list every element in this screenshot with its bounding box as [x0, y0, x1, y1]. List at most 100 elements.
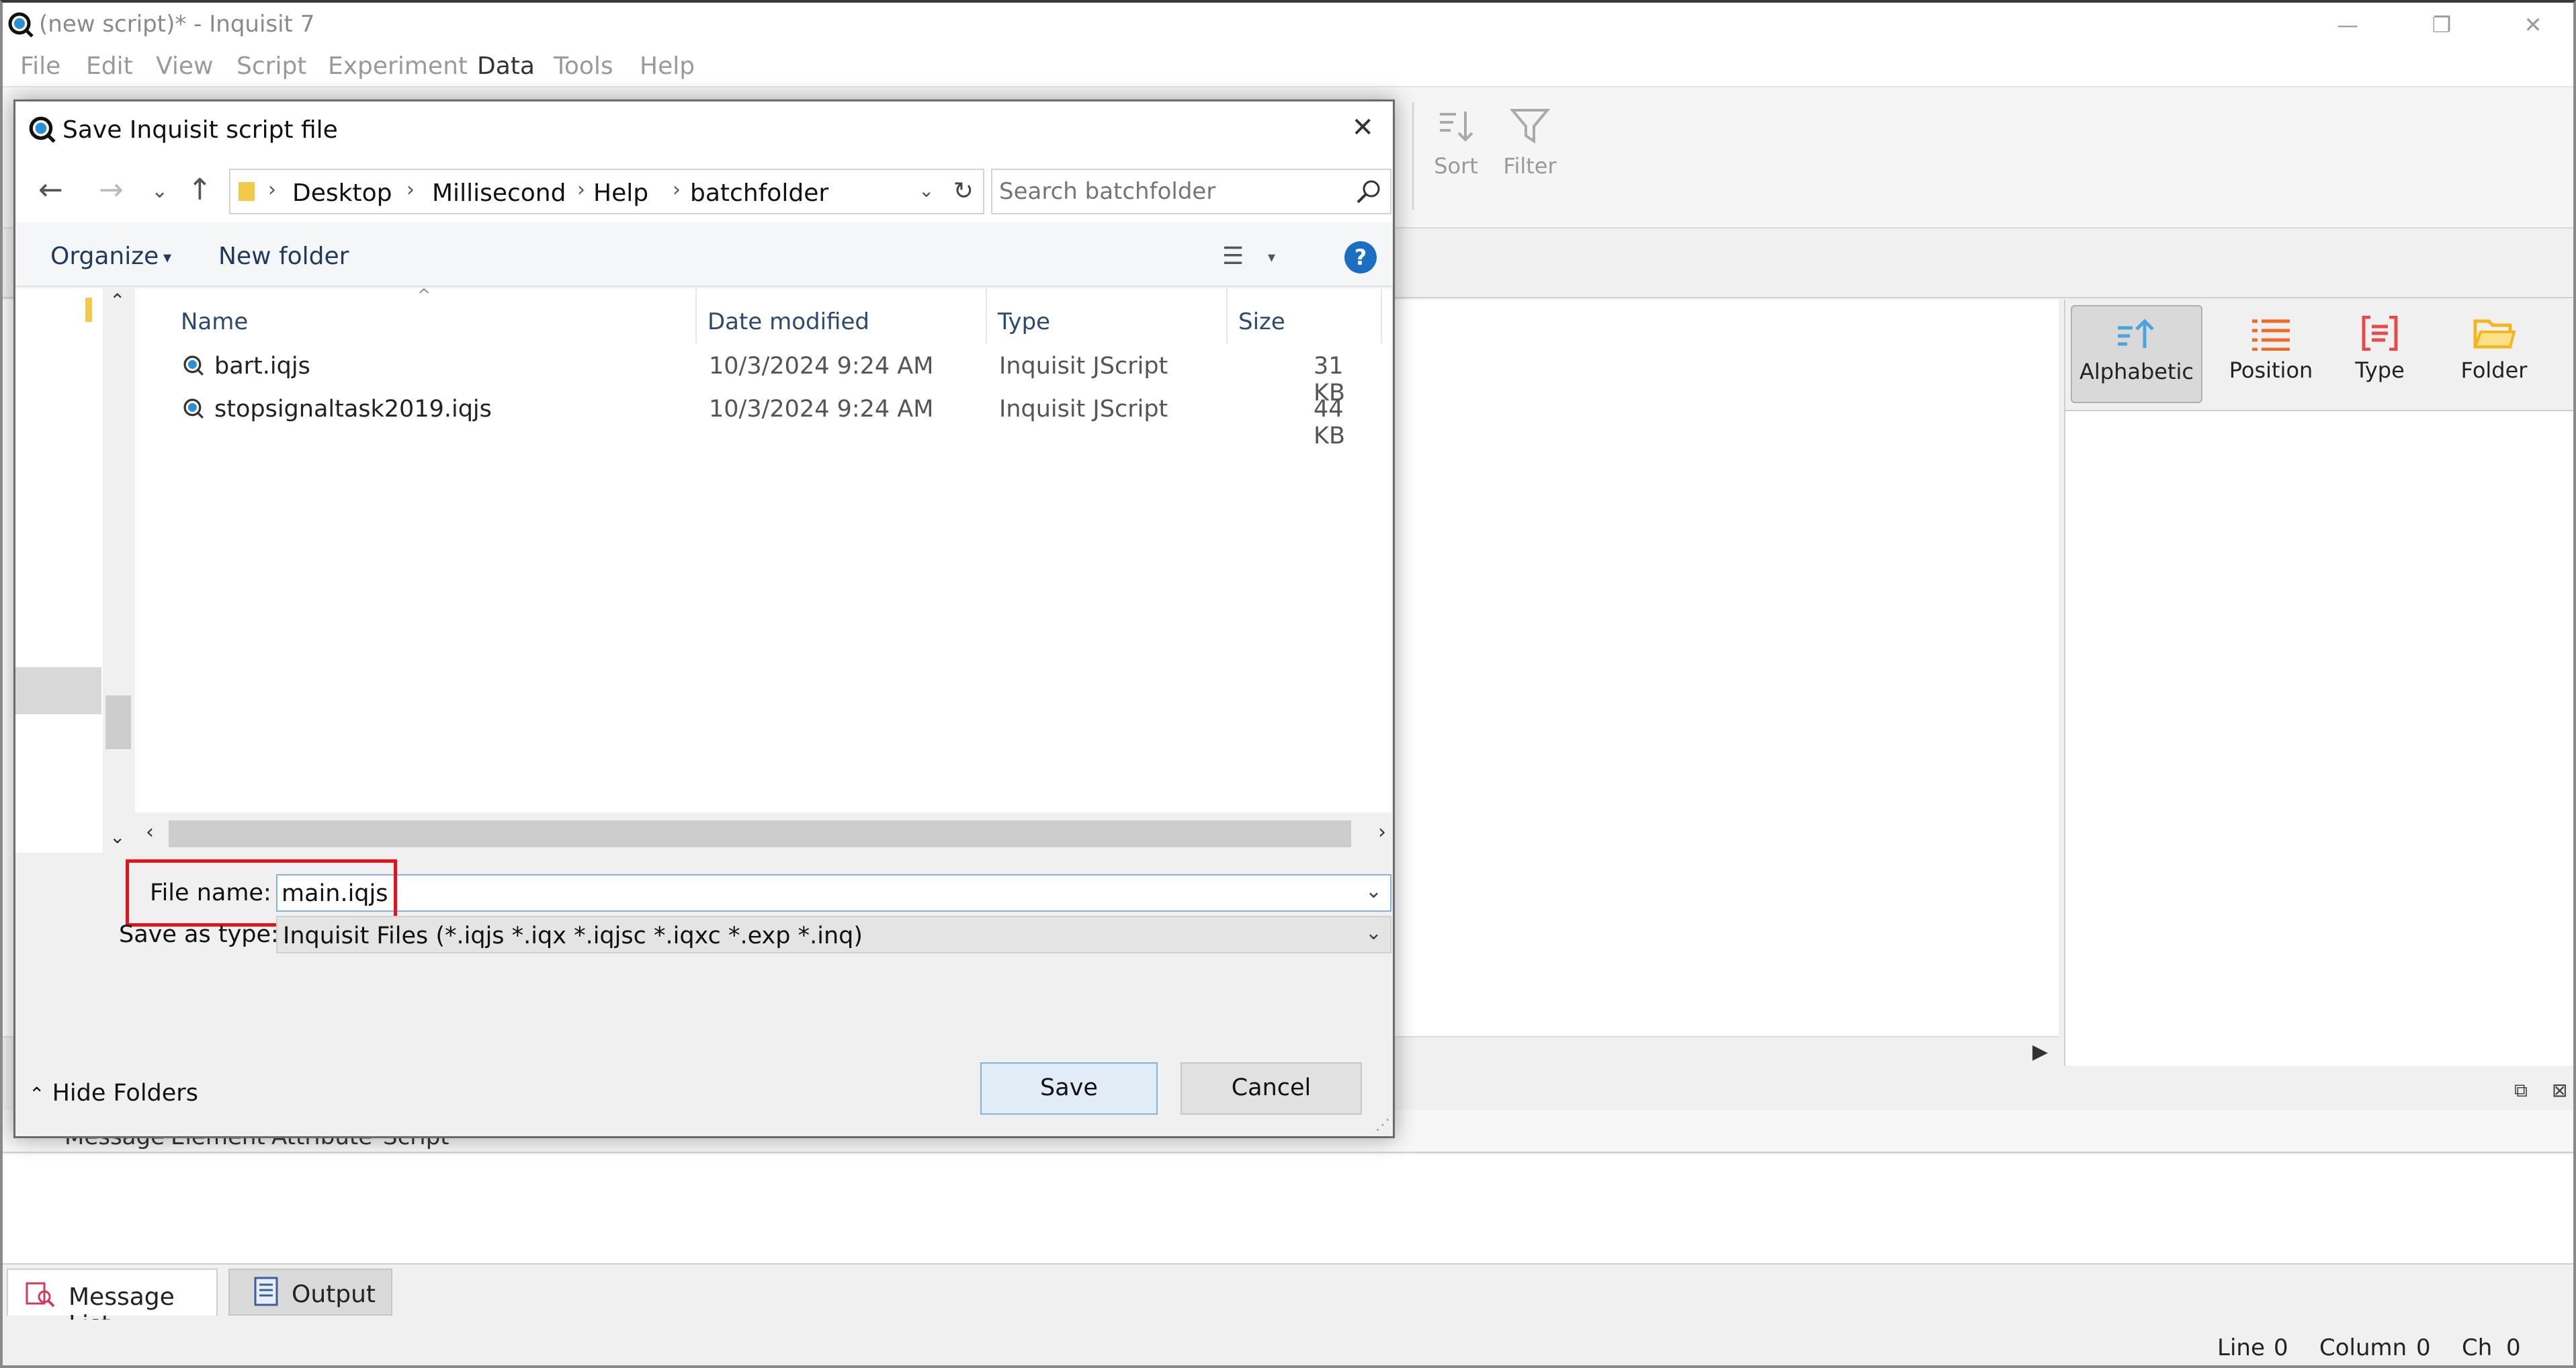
scroll-left-icon[interactable]: ‹ [146, 820, 154, 844]
status-line-label: Line [2217, 1334, 2265, 1361]
hide-folders-label: Hide Folders [52, 1080, 198, 1107]
menu-file[interactable]: File [20, 52, 60, 80]
type-button[interactable]: Type [2314, 305, 2446, 403]
inquisit-file-icon [183, 355, 204, 376]
folder-icon [239, 182, 255, 201]
scroll-down-icon[interactable]: ⌄ [110, 826, 125, 848]
sort-ascending-icon: ^ [417, 286, 431, 304]
float-panel-icon[interactable]: ⧉ [2514, 1079, 2528, 1102]
file-row[interactable]: bart.iqjs 10/3/2024 9:24 AM Inquisit JSc… [135, 345, 1371, 407]
restore-button[interactable]: ❐ [2408, 8, 2475, 42]
column-divider[interactable] [1226, 288, 1228, 343]
column-type[interactable]: Type [998, 308, 1050, 335]
status-ch-value: 0 [2506, 1334, 2521, 1361]
status-column-value: 0 [2416, 1334, 2431, 1361]
column-divider[interactable] [1381, 288, 1382, 343]
menu-help[interactable]: Help [640, 52, 695, 80]
title-bar: (new script)* - Inquisit 7 — ❐ ✕ [3, 3, 2573, 46]
breadcrumb-help[interactable]: Help [593, 179, 648, 207]
menu-script[interactable]: Script [237, 52, 306, 80]
address-dropdown-icon[interactable]: ⌄ [918, 179, 934, 202]
forward-arrow-icon[interactable]: → [99, 173, 124, 207]
alphabetic-button[interactable]: Alphabetic [2071, 305, 2202, 403]
help-button[interactable]: ? [1344, 241, 1377, 273]
inquisit-file-icon [183, 398, 204, 419]
message-search-icon [26, 1282, 55, 1308]
file-size: 44 KB [1314, 396, 1345, 450]
address-bar[interactable]: › Desktop › Millisecond › Help › batchfo… [229, 169, 945, 214]
recent-locations-chevron-icon[interactable]: ⌄ [151, 179, 168, 203]
close-button[interactable]: ✕ [2499, 8, 2567, 42]
dialog-title-bar: Save Inquisit script file ✕ [15, 101, 1393, 158]
view-options-icon[interactable]: ☰ [1222, 243, 1244, 270]
file-list: Name ^ Date modified Type Size bart.iqjs… [135, 286, 1391, 812]
filter-icon [1510, 109, 1550, 144]
toolbar-separator [1412, 102, 1414, 210]
filter-button[interactable]: Filter [1493, 108, 1567, 179]
menu-tools[interactable]: Tools [554, 52, 613, 80]
status-bar: Line 0 Column 0 Ch 0 [3, 1320, 2573, 1365]
breadcrumb-millisecond[interactable]: Millisecond [432, 179, 566, 207]
status-column-label: Column [2319, 1334, 2407, 1361]
column-divider[interactable] [986, 288, 987, 343]
breadcrumb-batchfolder[interactable]: batchfolder [690, 179, 828, 207]
tab-output[interactable]: Output [228, 1269, 392, 1316]
navigation-selected-item[interactable] [15, 667, 101, 714]
column-size[interactable]: Size [1238, 308, 1285, 335]
scroll-up-icon[interactable]: ⌃ [110, 290, 125, 312]
breadcrumb-desktop[interactable]: Desktop [292, 179, 392, 207]
menu-data[interactable]: Data [477, 52, 535, 80]
close-panel-icon[interactable]: ⊠ [2552, 1079, 2567, 1101]
menu-view[interactable]: View [156, 52, 213, 80]
column-divider[interactable] [695, 288, 697, 343]
save-dialog: Save Inquisit script file ✕ ← → ⌄ ↑ › De… [13, 99, 1395, 1138]
save-as-type-dropdown-icon[interactable]: ⌄ [1365, 921, 1382, 945]
file-list-horizontal-scrollbar[interactable]: ‹ › [135, 815, 1391, 853]
search-box[interactable] [991, 169, 1391, 214]
sort-alphabetic-icon [2118, 318, 2154, 348]
new-folder-button[interactable]: New folder [218, 243, 349, 270]
tab-message-list[interactable]: Message List [7, 1269, 218, 1338]
save-as-type-select[interactable]: Inquisit Files (*.iqjs *.iqx *.iqjsc *.i… [276, 916, 1391, 953]
sort-label: Sort [1434, 153, 1478, 179]
scroll-right-icon[interactable]: ▶ [2032, 1040, 2048, 1064]
up-arrow-icon[interactable]: ↑ [187, 173, 212, 207]
folder-icon [85, 298, 92, 322]
scroll-thumb[interactable] [105, 695, 131, 749]
window-title: (new script)* - Inquisit 7 [39, 11, 315, 38]
dialog-close-button[interactable]: ✕ [1351, 112, 1374, 143]
resize-grip-icon[interactable]: ⋰ [1375, 1117, 1390, 1134]
chevron-up-icon: ⌃ [29, 1083, 45, 1105]
menu-experiment[interactable]: Experiment [328, 52, 468, 80]
scroll-right-icon[interactable]: › [1378, 820, 1386, 844]
menu-bar: File Edit View Script Experiment Data To… [3, 46, 2573, 87]
scroll-thumb[interactable] [169, 820, 1351, 847]
column-name[interactable]: Name [181, 308, 248, 335]
column-date-modified[interactable]: Date modified [707, 308, 869, 335]
cancel-button[interactable]: Cancel [1180, 1062, 1362, 1115]
sort-button[interactable]: Sort [1419, 108, 1493, 179]
menu-edit[interactable]: Edit [86, 52, 133, 80]
view-dropdown-icon[interactable]: ▾ [1268, 249, 1275, 266]
organize-button[interactable]: Organize [50, 243, 159, 270]
folder-button[interactable]: Folder [2428, 305, 2560, 403]
navigation-scrollbar[interactable]: ⌃ ⌄ [103, 288, 134, 853]
save-button[interactable]: Save [980, 1062, 1158, 1115]
file-name-dropdown-icon[interactable]: ⌄ [1365, 880, 1382, 903]
search-input[interactable] [999, 175, 1348, 208]
alphabetic-label: Alphabetic [2079, 359, 2194, 384]
file-row[interactable]: stopsignaltask2019.iqjs 10/3/2024 9:24 A… [135, 388, 1371, 450]
hide-folders-button[interactable]: ⌃ Hide Folders [29, 1080, 198, 1107]
file-name-input[interactable] [282, 878, 1330, 909]
file-name: bart.iqjs [214, 353, 310, 380]
bracket-list-icon [2362, 316, 2398, 351]
file-name-field[interactable]: ⌄ [276, 874, 1391, 912]
minimize-button[interactable]: — [2314, 8, 2381, 42]
breadcrumb-separator-icon: › [268, 178, 276, 202]
refresh-button[interactable]: ↻ [944, 169, 984, 214]
message-list [3, 1154, 2573, 1265]
back-arrow-icon[interactable]: ← [38, 173, 63, 207]
refresh-icon: ↻ [953, 177, 974, 205]
list-icon [2252, 319, 2290, 351]
position-label: Position [2229, 357, 2313, 383]
